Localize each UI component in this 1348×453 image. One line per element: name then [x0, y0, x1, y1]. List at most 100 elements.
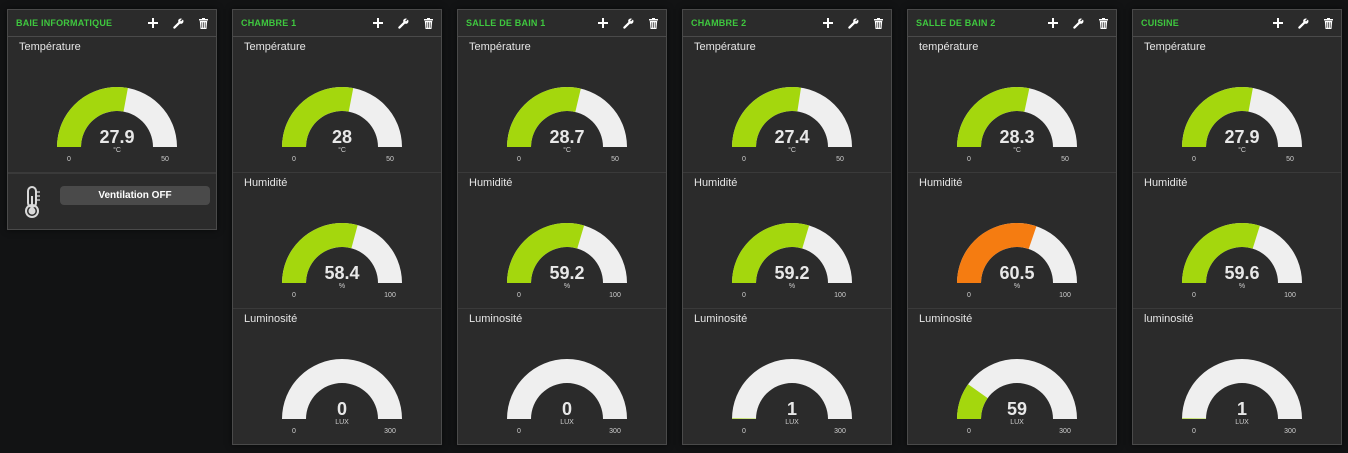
gauge-widget: Humidité 59.2% 0 100 — [683, 173, 891, 309]
gauge-max: 50 — [386, 156, 394, 163]
gauge: 59.2% 0 100 — [732, 222, 852, 299]
gauge-value: 59.2 — [549, 263, 584, 283]
gauge-widget: Luminosité 0 LUX 0 300 — [458, 309, 666, 444]
trash-icon[interactable] — [1096, 16, 1110, 30]
gauge-units: °C — [113, 146, 121, 154]
trash-icon[interactable] — [196, 16, 210, 30]
gauge-min: 0 — [742, 428, 746, 435]
plus-icon[interactable] — [596, 16, 610, 30]
gauge-min: 0 — [292, 292, 296, 299]
trash-icon[interactable] — [1321, 16, 1335, 30]
gauge-widget: température 28.3 °C 0 50 — [908, 37, 1116, 173]
wrench-icon[interactable] — [396, 16, 410, 30]
plus-icon[interactable] — [371, 16, 385, 30]
gauge-max: 300 — [1059, 428, 1071, 435]
gauge-units: °C — [338, 146, 346, 154]
gauge: 27.9°C 0 50 — [56, 86, 177, 163]
plus-icon[interactable] — [1271, 16, 1285, 30]
indicator-widget: Ventilation OFF — [8, 173, 216, 229]
plus-icon[interactable] — [1046, 16, 1060, 30]
gauge-value: 28.3 — [999, 127, 1034, 147]
gauge: 28°C 0 50 — [282, 86, 402, 163]
gauge: 1LUX 0 300 — [732, 358, 852, 435]
pane-title: BAIE INFORMATIQUE — [16, 18, 113, 28]
thermometer-icon — [22, 186, 42, 223]
pane: CUISINE Température 27.9 °C 0 50 Humidité 59.6… — [1132, 9, 1342, 445]
gauge-value: 27.9 — [99, 127, 134, 147]
plus-icon[interactable] — [146, 16, 160, 30]
pane: SALLE DE BAIN 1 Température 28.7 °C 0 50 Humi… — [457, 9, 667, 445]
gauge-widget: Humidité 59.6% 0 100 — [1133, 173, 1341, 309]
gauge-max: 300 — [834, 428, 846, 435]
gauge-max: 100 — [384, 292, 396, 299]
gauge-units: % — [789, 283, 795, 290]
gauge-widget: Luminosité 1 LUX 0 300 — [683, 309, 891, 444]
wrench-icon[interactable] — [171, 16, 185, 30]
gauge-value: 0 — [562, 399, 572, 419]
gauge-max: 50 — [1061, 156, 1069, 163]
pane-tools — [146, 16, 210, 30]
trash-icon[interactable] — [646, 16, 660, 30]
gauge-value: 1 — [1237, 399, 1247, 419]
gauge-widget: Humidité 58.4% 0 100 — [233, 173, 441, 309]
gauge-units: % — [1239, 283, 1245, 290]
gauge-min: 0 — [967, 428, 971, 435]
pane-title: CHAMBRE 1 — [241, 18, 297, 28]
gauge: 60.5% 0 100 — [957, 222, 1077, 299]
trash-icon[interactable] — [421, 16, 435, 30]
gauge-min: 0 — [742, 292, 746, 299]
gauge-widget: Luminosité 0 LUX 0 300 — [233, 309, 441, 444]
pane-header: SALLE DE BAIN 1 — [458, 10, 666, 37]
gauge-units: % — [1014, 283, 1020, 290]
gauge: 59.6% 0 100 — [1182, 222, 1302, 299]
gauge-units: °C — [563, 146, 571, 154]
gauge: 28.7°C 0 50 — [507, 86, 627, 163]
gauge-widget: Luminosité 59 LUX 0 300 — [908, 309, 1116, 444]
pane-tools — [821, 16, 885, 30]
plus-icon[interactable] — [821, 16, 835, 30]
gauge-max: 100 — [1284, 292, 1296, 299]
gauge-units: LUX — [785, 419, 799, 426]
pane: CHAMBRE 1 Température 28 °C 0 50 Humidité 58.4… — [232, 9, 442, 445]
gauge-max: 100 — [609, 292, 621, 299]
gauge: 1LUX 0 300 — [1182, 358, 1302, 435]
gauge-max: 100 — [834, 292, 846, 299]
gauge: 58.4% 0 100 — [282, 222, 402, 299]
gauge: 0LUX0 300 — [507, 358, 627, 435]
wrench-icon[interactable] — [846, 16, 860, 30]
gauge-max: 50 — [1286, 156, 1294, 163]
gauge-units: °C — [1238, 146, 1246, 154]
gauge-max: 300 — [609, 428, 621, 435]
trash-icon[interactable] — [871, 16, 885, 30]
pane: SALLE DE BAIN 2 température 28.3 °C 0 50 Humi… — [907, 9, 1117, 445]
gauge-units: % — [339, 283, 345, 290]
gauge-units: LUX — [560, 419, 574, 426]
gauge-widget: Température 27.9 °C 0 50 — [8, 37, 216, 173]
gauge-min: 0 — [292, 428, 296, 435]
gauge-value: 59 — [1007, 399, 1027, 419]
gauge-max: 50 — [161, 156, 169, 163]
pane-header: BAIE INFORMATIQUE — [8, 10, 216, 37]
gauge-min: 0 — [1192, 292, 1196, 299]
gauge-min: 0 — [517, 428, 521, 435]
gauge-min: 0 — [67, 156, 71, 163]
gauge-value: 27.9 — [1224, 127, 1259, 147]
gauge-value: 59.6 — [1224, 263, 1259, 283]
gauge-min: 0 — [517, 156, 521, 163]
gauge-value: 0 — [337, 399, 347, 419]
gauge-min: 0 — [292, 156, 296, 163]
pane-title: CUISINE — [1141, 18, 1179, 28]
gauge-value: 59.2 — [774, 263, 809, 283]
pane-title: SALLE DE BAIN 2 — [916, 18, 996, 28]
ventilation-status: Ventilation OFF — [60, 186, 210, 205]
wrench-icon[interactable] — [1071, 16, 1085, 30]
gauge-widget: luminosité 1 LUX 0 300 — [1133, 309, 1341, 444]
wrench-icon[interactable] — [621, 16, 635, 30]
gauge-units: LUX — [1010, 419, 1024, 426]
gauge-max: 50 — [836, 156, 844, 163]
gauge: 59.2% 0 100 — [507, 222, 627, 299]
gauge-value: 58.4 — [324, 263, 359, 283]
wrench-icon[interactable] — [1296, 16, 1310, 30]
gauge-min: 0 — [1192, 156, 1196, 163]
gauge-value: 60.5 — [999, 263, 1034, 283]
